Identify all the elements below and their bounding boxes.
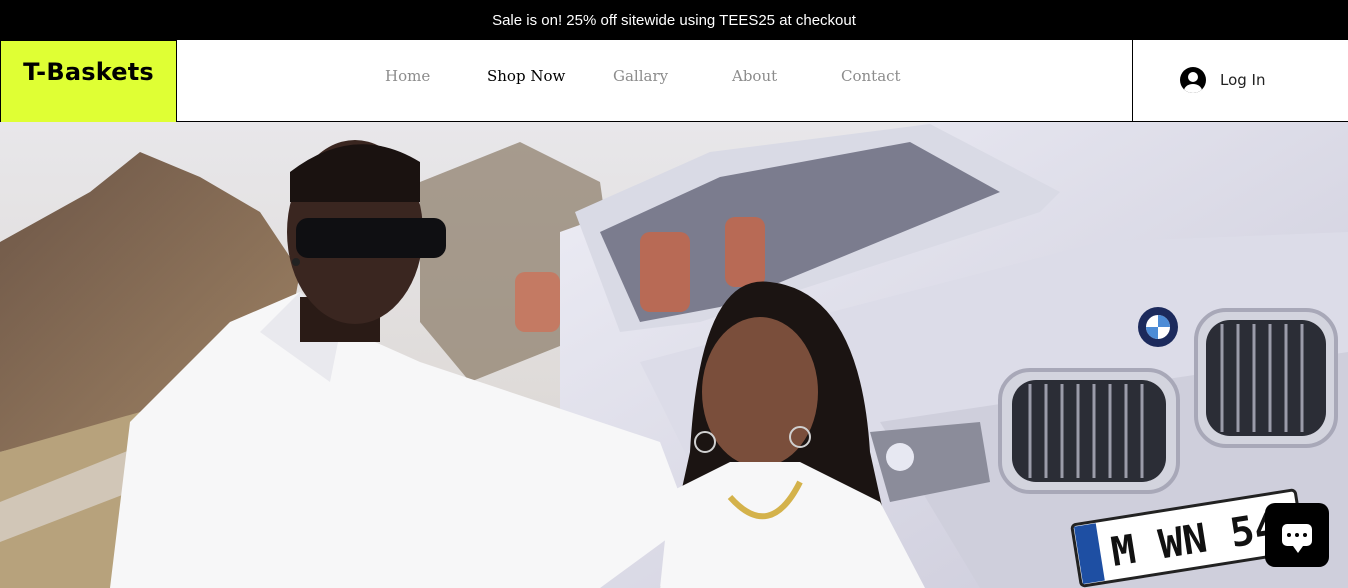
- chat-button[interactable]: [1265, 503, 1329, 567]
- main-nav: Home Shop Now Gallary About Contact: [0, 40, 1132, 122]
- promo-text: Sale is on! 25% off sitewide using TEES2…: [492, 11, 856, 29]
- chat-icon: [1282, 524, 1312, 553]
- promo-banner: Sale is on! 25% off sitewide using TEES2…: [0, 0, 1348, 40]
- nav-contact[interactable]: Contact: [841, 67, 901, 85]
- hero-image: M WN 5493: [0, 122, 1348, 588]
- login-label: Log In: [1220, 71, 1266, 89]
- nav-home[interactable]: Home: [385, 67, 430, 85]
- nav-gallery[interactable]: Gallary: [613, 67, 668, 85]
- hero-photo: M WN 5493: [0, 122, 1348, 588]
- site-header: T-Baskets Home Shop Now Gallary About Co…: [0, 40, 1348, 122]
- nav-shop-now[interactable]: Shop Now: [487, 67, 565, 85]
- login-button[interactable]: Log In: [1132, 40, 1348, 122]
- nav-about[interactable]: About: [732, 67, 777, 85]
- user-avatar-icon: [1180, 67, 1206, 93]
